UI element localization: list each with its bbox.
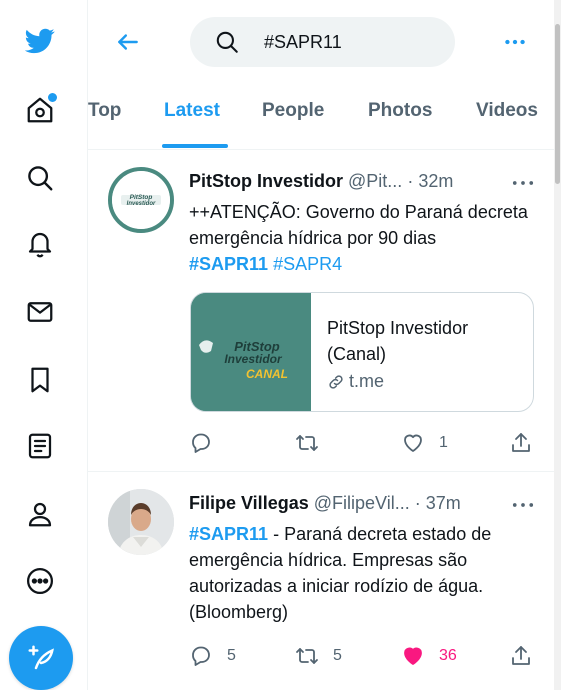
hashtag-link[interactable]: #SAPR11 — [189, 254, 268, 274]
svg-text:CANAL: CANAL — [246, 367, 288, 381]
notifications-bell-icon[interactable] — [20, 224, 60, 264]
feather-plus-icon — [28, 645, 54, 670]
tweet-body: ++ATENÇÃO: Governo do Paraná decreta eme… — [189, 202, 528, 248]
card-domain-text: t.me — [349, 371, 385, 391]
tab-top[interactable]: Top — [88, 100, 121, 122]
more-dots-icon — [512, 181, 534, 185]
avatar[interactable] — [108, 489, 174, 555]
search-settings-button[interactable] — [498, 27, 532, 57]
tweet-time[interactable]: 32m — [418, 171, 453, 191]
reply-button[interactable] — [189, 428, 227, 458]
tweet-actions: 5 5 36 — [189, 641, 539, 671]
card-title: PitStop Investidor (Canal) — [327, 318, 469, 364]
search-input[interactable]: #SAPR11 — [190, 17, 455, 67]
scrollbar-thumb[interactable] — [555, 24, 560, 184]
author-name[interactable]: Filipe Villegas — [189, 493, 309, 513]
pitstop-canal-thumbnail: PitStop Investidor CANAL — [191, 293, 311, 411]
tweet-text: #SAPR11 - Paraná decreta estado de emerg… — [189, 521, 539, 625]
pitstop-logo-avatar: PitStop Investidor — [112, 171, 170, 229]
svg-text:Investidor: Investidor — [127, 201, 156, 207]
reply-icon — [192, 433, 210, 453]
tab-videos[interactable]: Videos — [476, 100, 538, 122]
share-button[interactable] — [509, 641, 533, 671]
share-icon — [512, 646, 530, 665]
retweet-icon — [296, 435, 318, 451]
avatar[interactable]: PitStop Investidor — [108, 167, 174, 233]
retweet-button[interactable]: 5 — [295, 641, 342, 671]
reply-button[interactable]: 5 — [189, 641, 236, 671]
compose-tweet-button[interactable] — [9, 626, 73, 690]
tweet-item[interactable]: PitStop Investidor PitStop Investidor @P… — [88, 151, 554, 472]
like-button[interactable]: 36 — [401, 641, 457, 671]
author-handle[interactable]: @Pit... — [348, 171, 402, 191]
tweet-header: PitStop Investidor @Pit... · 32m — [189, 171, 534, 195]
home-icon[interactable] — [20, 90, 60, 130]
svg-text:PitStop: PitStop — [130, 194, 153, 201]
share-icon — [512, 433, 530, 452]
separator-dot: · — [407, 171, 414, 191]
bookmarks-icon[interactable] — [20, 360, 60, 400]
explore-search-icon[interactable] — [20, 158, 60, 198]
tweet-more-button[interactable] — [510, 495, 536, 515]
more-dots-icon — [512, 503, 534, 507]
tweet-more-button[interactable] — [510, 173, 536, 193]
link-preview-card[interactable]: PitStop Investidor CANAL PitStop Investi… — [190, 292, 534, 412]
search-query-text[interactable]: #SAPR11 — [264, 32, 342, 53]
sidebar-nav — [0, 0, 88, 690]
profile-icon[interactable] — [20, 494, 60, 534]
author-name[interactable]: PitStop Investidor — [189, 171, 343, 191]
like-button[interactable]: 1 — [401, 428, 448, 458]
tweet-text: ++ATENÇÃO: Governo do Paraná decreta eme… — [189, 199, 539, 277]
author-handle[interactable]: @FilipeVil... — [314, 493, 410, 513]
tweet-time[interactable]: 37m — [426, 493, 461, 513]
tab-latest[interactable]: Latest — [164, 100, 220, 122]
user-photo-avatar — [108, 489, 174, 555]
tweet-item[interactable]: Filipe Villegas @FilipeVil... · 37m #SAP… — [88, 473, 554, 690]
svg-text:Investidor: Investidor — [224, 352, 283, 366]
more-options-icon[interactable] — [20, 561, 60, 601]
search-icon — [216, 31, 238, 53]
reply-count: 5 — [227, 647, 236, 664]
lists-icon[interactable] — [20, 426, 60, 466]
twitter-logo-icon[interactable] — [20, 20, 60, 60]
retweet-icon — [296, 648, 318, 664]
share-button[interactable] — [509, 428, 533, 458]
link-icon — [329, 374, 343, 389]
card-thumbnail: PitStop Investidor CANAL — [191, 293, 311, 411]
tab-photos[interactable]: Photos — [368, 100, 432, 122]
hashtag-link[interactable]: #SAPR4 — [273, 254, 342, 274]
separator-dot: · — [414, 493, 421, 513]
active-tab-indicator — [162, 144, 228, 148]
back-arrow-icon — [118, 34, 138, 50]
notification-dot — [48, 93, 57, 102]
search-tabs: Top Latest People Photos Videos — [88, 84, 554, 150]
heart-filled-icon — [404, 647, 422, 665]
retweet-button[interactable] — [295, 428, 333, 458]
back-button[interactable] — [110, 24, 146, 60]
tweet-actions: 1 — [189, 428, 539, 458]
tab-people[interactable]: People — [262, 100, 324, 122]
search-header: #SAPR11 — [88, 0, 554, 84]
main-column: #SAPR11 Top Latest People Photos Videos … — [88, 0, 554, 690]
heart-icon — [404, 434, 422, 452]
more-dots-icon — [505, 39, 525, 45]
like-count: 1 — [439, 434, 448, 451]
scrollbar[interactable] — [554, 0, 561, 690]
retweet-count: 5 — [333, 647, 342, 664]
hashtag-link[interactable]: #SAPR11 — [189, 524, 268, 544]
like-count: 36 — [439, 647, 457, 664]
card-domain: t.me — [327, 371, 384, 392]
reply-icon — [192, 646, 210, 666]
messages-mail-icon[interactable] — [20, 292, 60, 332]
tweet-header: Filipe Villegas @FilipeVil... · 37m — [189, 493, 534, 517]
